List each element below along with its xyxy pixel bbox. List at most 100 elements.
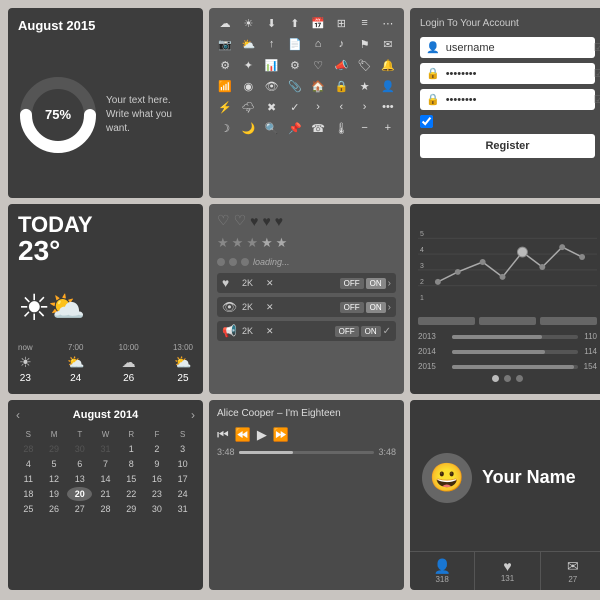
cal-day-25[interactable]: 25 xyxy=(16,502,41,516)
cal-day-16[interactable]: 16 xyxy=(145,472,170,486)
cal-day-27[interactable]: 27 xyxy=(67,502,92,516)
icon-bell: 🔔 xyxy=(378,56,398,74)
cal-next-button[interactable]: › xyxy=(191,408,195,422)
toggle-eye-icon: 👁 xyxy=(222,300,238,314)
chart-labels: 2013 110 2014 114 2015 154 xyxy=(418,332,597,371)
cal-day-9[interactable]: 9 xyxy=(145,457,170,471)
forecast-temp-700: 24 xyxy=(70,373,81,384)
cal-day-3[interactable]: 3 xyxy=(170,442,195,456)
cal-day-23[interactable]: 23 xyxy=(145,487,170,501)
cal-day-13[interactable]: 13 xyxy=(67,472,92,486)
icon-phone: ☎ xyxy=(308,119,328,137)
chart-bar-2013 xyxy=(452,335,578,339)
icon-minus: − xyxy=(355,119,375,137)
play-button[interactable]: ▶ xyxy=(257,427,267,443)
cal-day-17[interactable]: 17 xyxy=(170,472,195,486)
cal-day-29b[interactable]: 29 xyxy=(119,502,144,516)
forecast-1000: 10:00 ☁ 26 xyxy=(119,343,139,384)
progress-bg[interactable] xyxy=(239,451,375,454)
toggle-mega-x-icon: ✕ xyxy=(266,326,274,337)
cal-day-18[interactable]: 18 xyxy=(16,487,41,501)
cal-day-26[interactable]: 26 xyxy=(42,502,67,516)
cal-day-6[interactable]: 6 xyxy=(67,457,92,471)
weather-icon-row: ☀ ⛅ xyxy=(18,267,193,343)
terms-checkbox[interactable] xyxy=(420,115,433,128)
music-time-current: 3:48 xyxy=(217,447,235,457)
cal-day-12[interactable]: 12 xyxy=(42,472,67,486)
toggle-eye-off-btn[interactable]: OFF xyxy=(340,302,364,313)
icon-dots: ••• xyxy=(378,98,398,116)
profile-nav-messages[interactable]: ✉ 27 xyxy=(541,552,600,590)
icon-sun: ☀ xyxy=(238,14,258,32)
icon-tag: 🏷 xyxy=(355,56,375,74)
profile-users-icon: 👤 xyxy=(433,558,450,575)
forecast-time-700: 7:00 xyxy=(68,343,84,352)
toggle-on-btn[interactable]: ON xyxy=(366,278,386,289)
cal-day-10[interactable]: 10 xyxy=(170,457,195,471)
password-input[interactable] xyxy=(446,68,588,80)
cal-day-30[interactable]: 30 xyxy=(67,442,92,456)
icon-grid: ⊞ xyxy=(331,14,351,32)
cal-day-1[interactable]: 1 xyxy=(119,442,144,456)
profile-nav-users[interactable]: 👤 318 xyxy=(410,552,475,590)
weather-cloud-icon: ⛅ xyxy=(48,290,85,325)
stars-row: ★ ★ ★ ★ ★ xyxy=(217,235,396,251)
icon-cloud: ☁ xyxy=(215,14,235,32)
loading-label: loading... xyxy=(253,257,290,267)
cal-day-7[interactable]: 7 xyxy=(93,457,118,471)
cal-day-28[interactable]: 28 xyxy=(16,442,41,456)
heart-3-icon: ♥ xyxy=(250,213,258,229)
cal-day-19[interactable]: 19 xyxy=(42,487,67,501)
icon-user: 👤 xyxy=(378,77,398,95)
username-input[interactable] xyxy=(446,42,588,54)
cal-day-11[interactable]: 11 xyxy=(16,472,41,486)
star-3-icon: ★ xyxy=(246,235,258,251)
toggle-mega-on-btn[interactable]: ON xyxy=(361,326,381,337)
toggle-eye-switch: OFF ON › xyxy=(340,302,391,313)
profile-messages-count: 27 xyxy=(568,575,577,584)
prev-button[interactable]: ⏪ xyxy=(235,427,251,443)
cal-day-29[interactable]: 29 xyxy=(42,442,67,456)
cal-day-2[interactable]: 2 xyxy=(145,442,170,456)
forecast-now: now ☀ 23 xyxy=(18,343,33,384)
cal-day-8[interactable]: 8 xyxy=(119,457,144,471)
next-button[interactable]: ⏩ xyxy=(273,427,289,443)
dot-1[interactable] xyxy=(492,375,499,382)
cal-day-21[interactable]: 21 xyxy=(93,487,118,501)
cal-day-31b[interactable]: 31 xyxy=(170,502,195,516)
cal-prev-button[interactable]: ‹ xyxy=(16,408,20,422)
ui-components-panel: ♡ ♡ ♥ ♥ ♥ ★ ★ ★ ★ ★ loading... ♥ 2K ✕ xyxy=(209,204,404,394)
cal-day-31[interactable]: 31 xyxy=(93,442,118,456)
icon-pin: 📌 xyxy=(285,119,305,137)
cal-day-15[interactable]: 15 xyxy=(119,472,144,486)
chart-bar-2015 xyxy=(452,365,578,369)
toggle-mega-off-btn[interactable]: OFF xyxy=(335,326,359,337)
toggle-eye-on-btn[interactable]: ON xyxy=(366,302,386,313)
panel1-title: August 2015 xyxy=(18,18,193,33)
icon-chevron-l: ‹ xyxy=(331,98,351,116)
cal-day-24[interactable]: 24 xyxy=(170,487,195,501)
cal-day-30b[interactable]: 30 xyxy=(145,502,170,516)
cal-day-5[interactable]: 5 xyxy=(42,457,67,471)
year-bar-2 xyxy=(479,317,536,325)
cal-day-4[interactable]: 4 xyxy=(16,457,41,471)
loading-row: loading... xyxy=(217,257,396,267)
login-panel: Login To Your Account 👤 ☑ 🔒 ☑ 🔒 ☑ Regist… xyxy=(410,8,600,198)
icon-calendar: 📅 xyxy=(308,14,328,32)
password2-input[interactable] xyxy=(446,94,588,106)
rewind-button[interactable]: ⏮ xyxy=(217,427,229,443)
username-check-icon: ☑ xyxy=(594,41,600,54)
icon-x: ✖ xyxy=(262,98,282,116)
cal-day-20-today[interactable]: 20 xyxy=(67,487,92,501)
cal-day-28b[interactable]: 28 xyxy=(93,502,118,516)
cal-day-14[interactable]: 14 xyxy=(93,472,118,486)
cal-day-22[interactable]: 22 xyxy=(119,487,144,501)
load-dot-1 xyxy=(217,258,225,266)
dot-2[interactable] xyxy=(504,375,511,382)
dot-3[interactable] xyxy=(516,375,523,382)
icon-check: ✓ xyxy=(285,98,305,116)
register-button[interactable]: Register xyxy=(420,134,595,158)
profile-nav-likes[interactable]: ♥ 131 xyxy=(475,552,540,590)
toggle-off-btn[interactable]: OFF xyxy=(340,278,364,289)
svg-text:3: 3 xyxy=(420,263,424,270)
